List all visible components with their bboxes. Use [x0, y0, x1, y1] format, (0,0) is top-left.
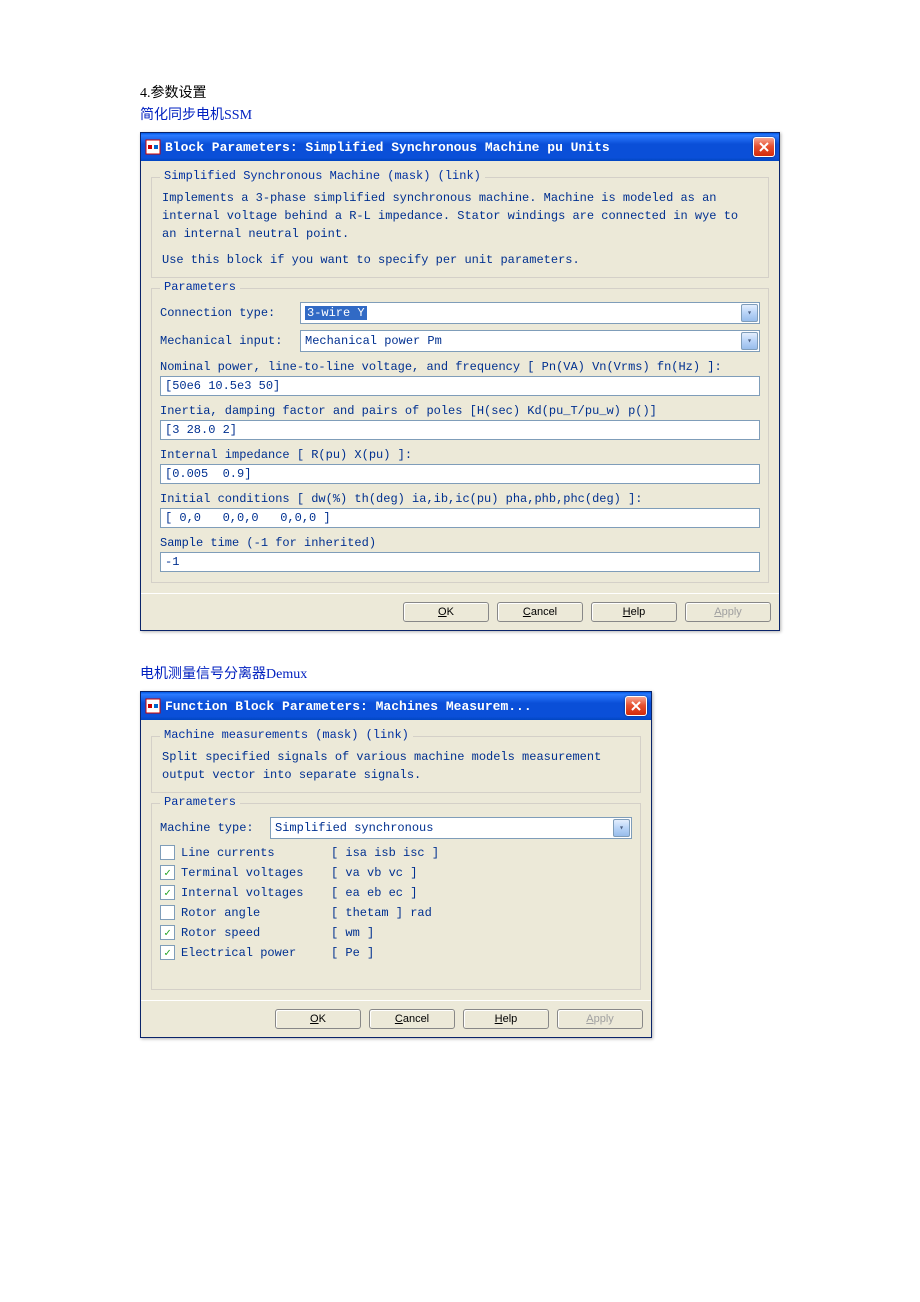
ok-button[interactable]: OK	[275, 1009, 361, 1029]
parameters-groupbox: Parameters Connection type: 3-wire Y ▾ M…	[151, 288, 769, 583]
rotor-speed-checkbox[interactable]	[160, 925, 175, 940]
mechanical-input-label: Mechanical input:	[160, 334, 290, 348]
mechanical-input-select[interactable]: Mechanical power Pm ▾	[300, 330, 760, 352]
dialog-title: Block Parameters: Simplified Synchronous…	[165, 140, 753, 155]
electrical-power-vars: [ Pe ]	[331, 946, 374, 960]
description-1: Implements a 3-phase simplified synchron…	[160, 185, 760, 247]
electrical-power-label: Electrical power	[181, 946, 331, 960]
dialog-title: Function Block Parameters: Machines Meas…	[165, 699, 625, 714]
impedance-label: Internal impedance [ R(pu) X(pu) ]:	[160, 448, 760, 462]
terminal-voltages-vars: [ va vb vc ]	[331, 866, 417, 880]
rotor-angle-vars: [ thetam ] rad	[331, 906, 432, 920]
rotor-speed-vars: [ wm ]	[331, 926, 374, 940]
electrical-power-checkbox[interactable]	[160, 945, 175, 960]
titlebar: Block Parameters: Simplified Synchronous…	[141, 133, 779, 161]
doc-heading-2: 简化同步电机SSM	[140, 104, 780, 124]
button-bar: OK Cancel Help Apply	[141, 593, 779, 630]
simulink-icon	[145, 139, 161, 155]
sample-time-input[interactable]	[160, 552, 760, 572]
line-currents-label: Line currents	[181, 846, 331, 860]
terminal-voltages-checkbox[interactable]	[160, 865, 175, 880]
sample-time-label: Sample time (-1 for inherited)	[160, 536, 760, 550]
initial-conditions-input[interactable]	[160, 508, 760, 528]
connection-type-label: Connection type:	[160, 306, 290, 320]
rotor-speed-label: Rotor speed	[181, 926, 331, 940]
doc-heading-1: 4.参数设置	[140, 82, 780, 102]
block-parameters-dialog: Block Parameters: Simplified Synchronous…	[140, 132, 780, 631]
help-button[interactable]: Help	[463, 1009, 549, 1029]
rotor-angle-label: Rotor angle	[181, 906, 331, 920]
terminal-voltages-label: Terminal voltages	[181, 866, 331, 880]
cancel-button[interactable]: Cancel	[497, 602, 583, 622]
parameters-legend: Parameters	[160, 795, 240, 809]
help-button[interactable]: Help	[591, 602, 677, 622]
apply-button[interactable]: Apply	[557, 1009, 643, 1029]
line-currents-vars: [ isa isb isc ]	[331, 846, 439, 860]
line-currents-checkbox[interactable]	[160, 845, 175, 860]
ok-button[interactable]: OK	[403, 602, 489, 622]
machine-type-select[interactable]: Simplified synchronous ▾	[270, 817, 632, 839]
connection-type-select[interactable]: 3-wire Y ▾	[300, 302, 760, 324]
titlebar: Function Block Parameters: Machines Meas…	[141, 692, 651, 720]
nominal-power-input[interactable]	[160, 376, 760, 396]
parameters-groupbox: Parameters Machine type: Simplified sync…	[151, 803, 641, 990]
nominal-power-label: Nominal power, line-to-line voltage, and…	[160, 360, 760, 374]
machine-type-label: Machine type:	[160, 821, 260, 835]
chevron-down-icon: ▾	[741, 304, 758, 322]
doc-heading-3: 电机测量信号分离器Demux	[140, 663, 780, 683]
mask-legend: Simplified Synchronous Machine (mask) (l…	[160, 169, 485, 183]
parameters-legend: Parameters	[160, 280, 240, 294]
apply-button[interactable]: Apply	[685, 602, 771, 622]
mask-legend: Machine measurements (mask) (link)	[160, 728, 413, 742]
button-bar: OK Cancel Help Apply	[141, 1000, 651, 1037]
function-block-parameters-dialog: Function Block Parameters: Machines Meas…	[140, 691, 652, 1038]
inertia-input[interactable]	[160, 420, 760, 440]
close-button[interactable]	[625, 696, 647, 716]
chevron-down-icon: ▾	[613, 819, 630, 837]
mask-groupbox: Machine measurements (mask) (link) Split…	[151, 736, 641, 793]
description-2: Use this block if you want to specify pe…	[160, 247, 760, 273]
mask-groupbox: Simplified Synchronous Machine (mask) (l…	[151, 177, 769, 278]
chevron-down-icon: ▾	[741, 332, 758, 350]
rotor-angle-checkbox[interactable]	[160, 905, 175, 920]
close-button[interactable]	[753, 137, 775, 157]
internal-voltages-label: Internal voltages	[181, 886, 331, 900]
cancel-button[interactable]: Cancel	[369, 1009, 455, 1029]
inertia-label: Inertia, damping factor and pairs of pol…	[160, 404, 760, 418]
initial-conditions-label: Initial conditions [ dw(%) th(deg) ia,ib…	[160, 492, 760, 506]
internal-voltages-vars: [ ea eb ec ]	[331, 886, 417, 900]
internal-voltages-checkbox[interactable]	[160, 885, 175, 900]
impedance-input[interactable]	[160, 464, 760, 484]
simulink-icon	[145, 698, 161, 714]
description: Split specified signals of various machi…	[160, 744, 632, 788]
